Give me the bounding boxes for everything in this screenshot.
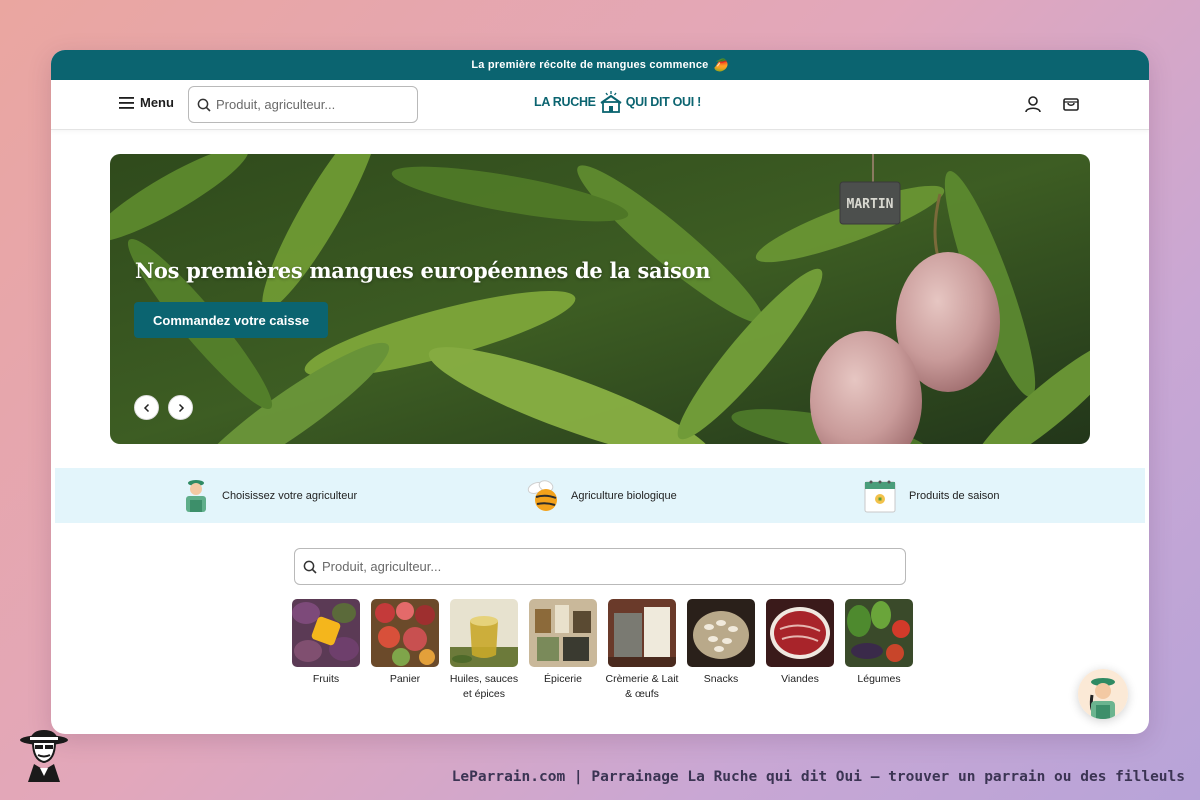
category-cremerie[interactable]: Crèmerie & Lait & œufs (603, 599, 681, 702)
account-button[interactable] (1024, 95, 1042, 118)
feature-farmer-label: Choisissez votre agriculteur (222, 489, 358, 502)
browser-window: La première récolte de mangues commence … (51, 50, 1149, 734)
meat-photo (766, 599, 834, 667)
beehive-house-icon (600, 91, 622, 113)
category-list: Fruits Panier Huiles, sauces et épices É… (287, 599, 915, 709)
search-icon (303, 560, 317, 574)
announcement-bar[interactable]: La première récolte de mangues commence … (51, 50, 1149, 80)
footer-caption: LeParrain.com | Parrainage La Ruche qui … (451, 769, 1185, 785)
farmer-icon (186, 479, 206, 512)
bee-icon (527, 479, 557, 511)
dairy-photo (608, 599, 676, 667)
basket-photo (371, 599, 439, 667)
hero-sign-text: MARTIN (847, 197, 894, 212)
calendar-icon (864, 480, 896, 512)
category-legumes[interactable]: Légumes (840, 599, 918, 687)
mango-tree-photo: MARTIN (110, 154, 1090, 444)
hero-title: Nos premières mangues européennes de la … (135, 258, 711, 283)
header-search-input[interactable] (216, 97, 417, 112)
fruits-photo (292, 599, 360, 667)
leparrain-mascot-logo (20, 730, 68, 782)
site-header: Menu LA RUCHE QUI DIT OUI ! (51, 80, 1149, 130)
category-huiles[interactable]: Huiles, sauces et épices (445, 599, 523, 702)
category-fruits[interactable]: Fruits (287, 599, 365, 687)
main-search-input[interactable] (322, 559, 905, 574)
category-viandes[interactable]: Viandes (761, 599, 839, 687)
category-label: Panier (389, 673, 421, 685)
hero-banner: MARTIN Nos premières mangues européennes… (110, 154, 1090, 444)
chat-assistant-button[interactable] (1078, 669, 1128, 719)
feature-organic-label: Agriculture biologique (571, 489, 677, 502)
announcement-text: La première récolte de mangues commence (471, 59, 709, 71)
feature-organic: Agriculture biologique (522, 478, 677, 514)
menu-button[interactable]: Menu (119, 95, 174, 110)
main-search-box[interactable] (294, 548, 906, 585)
chevron-left-icon (143, 403, 149, 412)
category-label: Crèmerie & Lait & œufs (605, 673, 679, 700)
carousel-prev-button[interactable] (134, 395, 159, 420)
carousel-next-button[interactable] (168, 395, 193, 420)
logo-text-left: LA RUCHE (534, 95, 596, 109)
chevron-right-icon (178, 403, 184, 412)
vegetables-photo (845, 599, 913, 667)
snacks-photo (687, 599, 755, 667)
farmer-avatar-icon (1078, 669, 1128, 719)
menu-label: Menu (140, 95, 174, 110)
order-box-button[interactable]: Commandez votre caisse (134, 302, 329, 338)
logo-text-right: QUI DIT OUI ! (625, 95, 702, 109)
category-label: Huiles, sauces et épices (449, 673, 519, 700)
mango-icon: 🥭 (713, 58, 729, 72)
search-icon (197, 98, 211, 112)
category-label: Snacks (703, 673, 739, 685)
oils-photo (450, 599, 518, 667)
features-band: Choisissez votre agriculteur Agriculture… (55, 468, 1145, 523)
category-label: Viandes (781, 673, 819, 685)
feature-seasonal: Produits de saison (862, 477, 1000, 515)
category-panier[interactable]: Panier (366, 599, 444, 687)
header-search-box[interactable] (188, 86, 418, 123)
feature-seasonal-label: Produits de saison (909, 489, 1000, 502)
cart-button[interactable] (1062, 95, 1080, 118)
category-snacks[interactable]: Snacks (682, 599, 760, 687)
category-label: Légumes (857, 673, 901, 685)
hamburger-icon (119, 96, 134, 109)
category-label: Fruits (312, 673, 340, 685)
site-logo[interactable]: LA RUCHE QUI DIT OUI ! (534, 91, 701, 113)
category-label: Épicerie (544, 673, 582, 685)
feature-farmer: Choisissez votre agriculteur (179, 478, 357, 514)
grocery-photo (529, 599, 597, 667)
basket-icon (1063, 98, 1079, 111)
category-epicerie[interactable]: Épicerie (524, 599, 602, 687)
user-icon (1025, 96, 1041, 113)
